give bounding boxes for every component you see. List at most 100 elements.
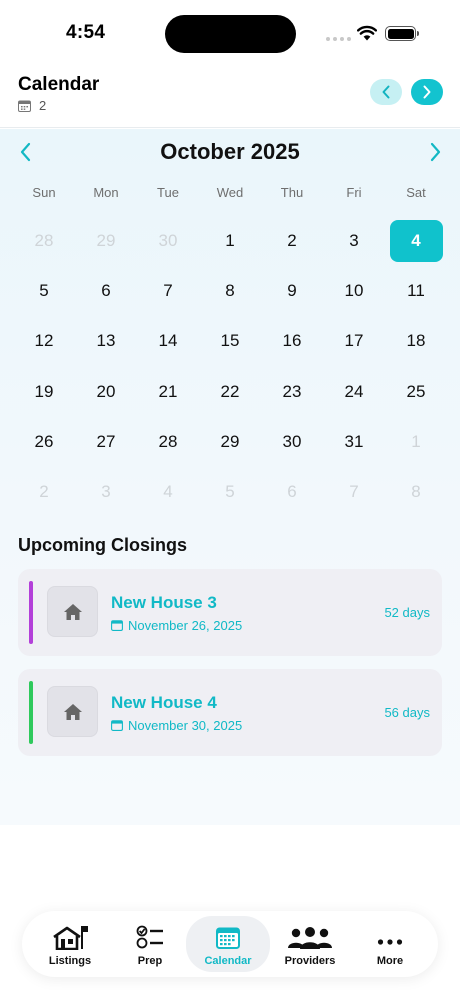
day-cell[interactable]: 21 — [137, 367, 199, 417]
house-thumbnail — [47, 686, 98, 737]
day-cell[interactable]: 16 — [261, 316, 323, 366]
tab-more[interactable]: More — [348, 916, 432, 972]
day-cell[interactable]: 29 — [75, 216, 137, 266]
day-cell[interactable]: 30 — [261, 417, 323, 467]
day-number: 20 — [96, 381, 116, 401]
weekday-label: Mon — [93, 185, 119, 200]
event-count-value: 2 — [39, 98, 47, 113]
tab-label: Listings — [48, 955, 92, 967]
tab-prep[interactable]: Prep — [108, 916, 192, 972]
day-cell[interactable]: 8 — [385, 467, 447, 517]
house-icon — [63, 603, 82, 620]
upcoming-closings-title: Upcoming Closings — [18, 535, 188, 555]
closing-accent-bar — [29, 681, 33, 744]
day-cell[interactable]: 9 — [261, 266, 323, 316]
calendar-icon — [216, 927, 240, 949]
tab-calendar[interactable]: Calendar — [186, 916, 270, 972]
status-bar: 4:54 — [0, 0, 460, 66]
day-cell[interactable]: 5 — [199, 467, 261, 517]
day-cell[interactable]: 31 — [323, 417, 385, 467]
weekday-label: Sun — [32, 185, 56, 200]
day-number: 15 — [220, 331, 240, 351]
closing-card[interactable]: New House 4 November 30, 2025 56 days — [18, 669, 442, 756]
day-number: 3 — [101, 482, 111, 502]
day-number: 5 — [225, 482, 235, 502]
day-number: 4 — [163, 482, 173, 502]
wifi-icon — [357, 25, 377, 41]
day-number: 16 — [282, 331, 302, 351]
weekday-header: Sun Mon Tue Wed Thu Fri Sat — [13, 185, 447, 200]
day-cell[interactable]: 8 — [199, 266, 261, 316]
house-thumbnail — [47, 586, 98, 637]
day-number: 7 — [163, 281, 173, 301]
day-cell[interactable]: 3 — [75, 467, 137, 517]
day-cell[interactable]: 12 — [13, 316, 75, 366]
day-cell[interactable]: 25 — [385, 367, 447, 417]
day-cell[interactable]: 5 — [13, 266, 75, 316]
house-flag-icon — [53, 926, 88, 950]
day-cell[interactable]: 2 — [13, 467, 75, 517]
day-cell[interactable]: 1 — [199, 216, 261, 266]
day-cell[interactable]: 15 — [199, 316, 261, 366]
day-number: 1 — [225, 231, 235, 251]
tab-label: Calendar — [204, 955, 252, 967]
calendar-date-icon — [111, 720, 123, 731]
day-cell[interactable]: 28 — [13, 216, 75, 266]
day-number: 30 — [158, 231, 178, 251]
day-number: 31 — [344, 431, 364, 451]
day-number: 30 — [282, 431, 302, 451]
day-cell[interactable]: 30 — [137, 216, 199, 266]
day-number: 8 — [225, 281, 235, 301]
day-number: 2 — [39, 482, 49, 502]
previous-month-button[interactable] — [370, 79, 402, 105]
calendar-small-icon — [18, 100, 31, 112]
tab-providers[interactable]: Providers — [268, 916, 352, 972]
next-month-button[interactable] — [411, 79, 443, 105]
day-cell[interactable]: 26 — [13, 417, 75, 467]
day-cell[interactable]: 27 — [75, 417, 137, 467]
selected-day-cell[interactable]: 4 — [385, 216, 447, 266]
people-icon — [288, 927, 332, 949]
closing-card[interactable]: New House 3 November 26, 2025 52 days — [18, 569, 442, 656]
day-cell[interactable]: 14 — [137, 316, 199, 366]
weekday-label: Thu — [280, 185, 304, 200]
day-cell[interactable]: 3 — [323, 216, 385, 266]
day-cell[interactable]: 24 — [323, 367, 385, 417]
day-number: 1 — [411, 431, 421, 451]
tab-listings[interactable]: Listings — [28, 916, 112, 972]
checklist-icon — [136, 925, 163, 949]
chevron-left-icon — [382, 85, 390, 99]
day-cell[interactable]: 17 — [323, 316, 385, 366]
closing-accent-bar — [29, 581, 33, 644]
closing-date: November 30, 2025 — [111, 718, 242, 733]
weekday-label: Tue — [157, 185, 179, 200]
month-forward-chevron-icon[interactable] — [425, 141, 445, 163]
event-count: 2 — [18, 98, 46, 113]
day-cell[interactable]: 28 — [137, 417, 199, 467]
day-cell[interactable]: 23 — [261, 367, 323, 417]
day-number: 28 — [158, 431, 178, 451]
day-cell[interactable]: 6 — [75, 266, 137, 316]
day-cell[interactable]: 11 — [385, 266, 447, 316]
day-cell[interactable]: 7 — [137, 266, 199, 316]
day-cell[interactable]: 18 — [385, 316, 447, 366]
day-number: 29 — [96, 231, 116, 251]
day-cell[interactable]: 10 — [323, 266, 385, 316]
weekday-label: Sat — [406, 185, 426, 200]
day-cell[interactable]: 22 — [199, 367, 261, 417]
page-title: Calendar — [18, 74, 100, 95]
day-cell[interactable]: 1 — [385, 417, 447, 467]
day-cell[interactable]: 13 — [75, 316, 137, 366]
day-cell[interactable]: 19 — [13, 367, 75, 417]
closing-name: New House 3 — [111, 593, 217, 612]
day-number: 8 — [411, 482, 421, 502]
day-cell[interactable]: 2 — [261, 216, 323, 266]
day-cell[interactable]: 20 — [75, 367, 137, 417]
day-cell[interactable]: 29 — [199, 417, 261, 467]
day-number: 28 — [34, 231, 54, 251]
tab-label: More — [376, 955, 404, 967]
day-cell[interactable]: 4 — [137, 467, 199, 517]
day-cell[interactable]: 6 — [261, 467, 323, 517]
day-cell[interactable]: 7 — [323, 467, 385, 517]
closing-date: November 26, 2025 — [111, 618, 242, 633]
